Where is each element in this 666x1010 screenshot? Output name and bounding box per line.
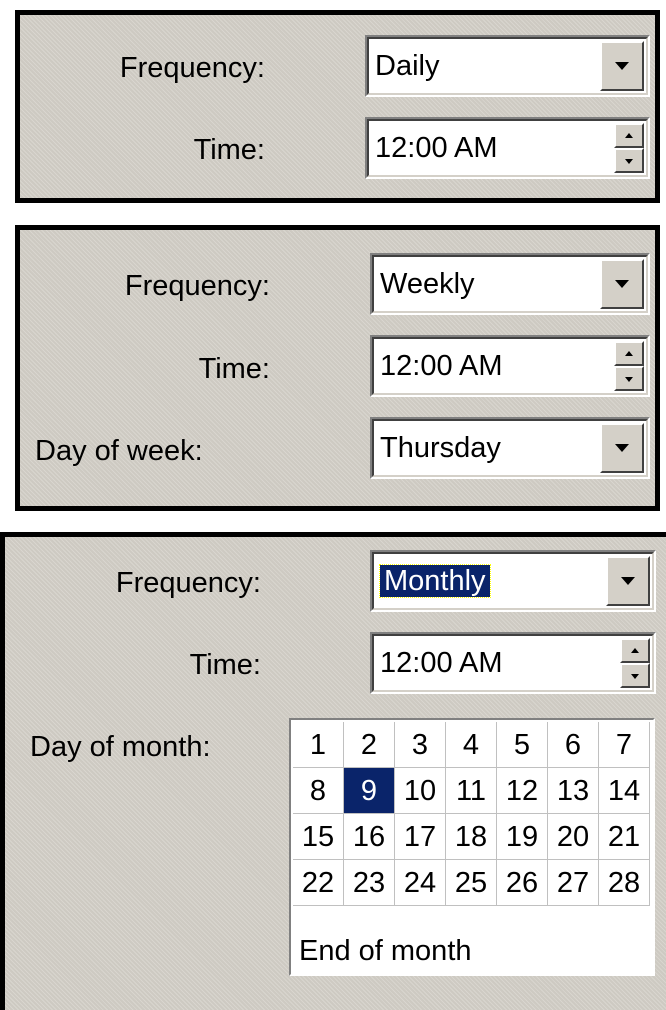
frequency-label: Frequency: — [124, 270, 270, 302]
calendar-day-cell[interactable]: 8 — [293, 768, 344, 814]
calendar-day-cell[interactable]: 24 — [395, 860, 446, 906]
time-label: Time: — [189, 649, 261, 681]
arrow-down-icon — [625, 158, 633, 164]
calendar-day-cell[interactable]: 15 — [293, 814, 344, 860]
time-label: Time: — [193, 134, 265, 166]
day-of-month-label: Day of month: — [30, 731, 211, 763]
calendar-day-cell[interactable]: 22 — [293, 860, 344, 906]
day-of-month-calendar: 1 2 3 4 5 6 7 8 9 10 11 12 13 14 15 16 17 18 19 20 21 22 23 24 2… — [289, 718, 655, 976]
calendar-day-cell[interactable]: 10 — [395, 768, 446, 814]
frequency-label: Frequency: — [115, 567, 261, 599]
calendar-day-cell[interactable]: 18 — [446, 814, 497, 860]
calendar-day-cell[interactable]: 14 — [599, 768, 650, 814]
calendar-day-cell[interactable]: 23 — [344, 860, 395, 906]
chevron-down-icon — [615, 280, 629, 288]
chevron-down-icon — [621, 577, 635, 585]
time-value: 12:00 AM — [375, 132, 498, 164]
time-spinner[interactable]: 12:00 AM — [365, 117, 650, 179]
frequency-label: Frequency: — [119, 52, 265, 84]
calendar-day-cell[interactable]: 28 — [599, 860, 650, 906]
end-of-month-option[interactable]: End of month — [293, 930, 651, 972]
calendar-day-cell[interactable]: 4 — [446, 722, 497, 768]
calendar-day-cell[interactable]: 20 — [548, 814, 599, 860]
time-spinner[interactable]: 12:00 AM — [370, 335, 650, 397]
time-value: 12:00 AM — [380, 647, 503, 679]
arrow-down-icon — [631, 673, 639, 679]
day-of-week-dropdown[interactable]: Thursday — [370, 417, 650, 479]
spin-down-button[interactable] — [614, 148, 644, 173]
calendar-day-cell[interactable]: 25 — [446, 860, 497, 906]
time-spin-buttons — [614, 123, 644, 173]
spin-down-button[interactable] — [614, 366, 644, 391]
frequency-dropdown[interactable]: Daily — [365, 35, 650, 97]
calendar-grid: 1 2 3 4 5 6 7 8 9 10 11 12 13 14 15 16 17 18 19 20 21 22 23 24 2… — [293, 722, 650, 906]
time-spin-buttons — [614, 341, 644, 391]
frequency-dropdown[interactable]: Monthly — [370, 550, 656, 612]
spin-up-button[interactable] — [620, 638, 650, 663]
arrow-up-icon — [631, 647, 639, 653]
day-of-week-value: Thursday — [380, 432, 501, 464]
time-spin-buttons — [620, 638, 650, 688]
calendar-day-cell[interactable]: 13 — [548, 768, 599, 814]
time-spinner[interactable]: 12:00 AM — [370, 632, 656, 694]
dropdown-arrow-button[interactable] — [600, 41, 644, 91]
frequency-value: Monthly — [379, 564, 491, 598]
calendar-day-cell[interactable]: 1 — [293, 722, 344, 768]
calendar-day-cell[interactable]: 2 — [344, 722, 395, 768]
calendar-day-cell[interactable]: 16 — [344, 814, 395, 860]
frequency-dropdown[interactable]: Weekly — [370, 253, 650, 315]
day-of-week-label: Day of week: — [35, 435, 203, 467]
calendar-day-cell[interactable]: 17 — [395, 814, 446, 860]
calendar-day-cell[interactable]: 3 — [395, 722, 446, 768]
calendar-day-cell[interactable]: 7 — [599, 722, 650, 768]
frequency-value: Weekly — [380, 268, 475, 300]
arrow-up-icon — [625, 350, 633, 356]
arrow-down-icon — [625, 376, 633, 382]
dropdown-arrow-button[interactable] — [600, 423, 644, 473]
spin-down-button[interactable] — [620, 663, 650, 688]
calendar-day-cell[interactable]: 12 — [497, 768, 548, 814]
arrow-up-icon — [625, 132, 633, 138]
calendar-day-cell[interactable]: 21 — [599, 814, 650, 860]
chevron-down-icon — [615, 444, 629, 452]
frequency-value: Daily — [375, 50, 440, 82]
calendar-day-cell[interactable]: 5 — [497, 722, 548, 768]
calendar-day-cell[interactable]: 27 — [548, 860, 599, 906]
calendar-day-cell[interactable]: 9 — [344, 768, 395, 814]
dropdown-arrow-button[interactable] — [606, 556, 650, 606]
calendar-day-cell[interactable]: 26 — [497, 860, 548, 906]
calendar-day-cell[interactable]: 19 — [497, 814, 548, 860]
weekly-schedule-panel: Frequency: Weekly Time: 12:00 AM Day of … — [15, 225, 660, 511]
spin-up-button[interactable] — [614, 123, 644, 148]
calendar-day-cell[interactable]: 6 — [548, 722, 599, 768]
dropdown-arrow-button[interactable] — [600, 259, 644, 309]
chevron-down-icon — [615, 62, 629, 70]
time-value: 12:00 AM — [380, 350, 503, 382]
daily-schedule-panel: Frequency: Daily Time: 12:00 AM — [15, 10, 660, 203]
calendar-day-cell[interactable]: 11 — [446, 768, 497, 814]
time-label: Time: — [198, 353, 270, 385]
spin-up-button[interactable] — [614, 341, 644, 366]
